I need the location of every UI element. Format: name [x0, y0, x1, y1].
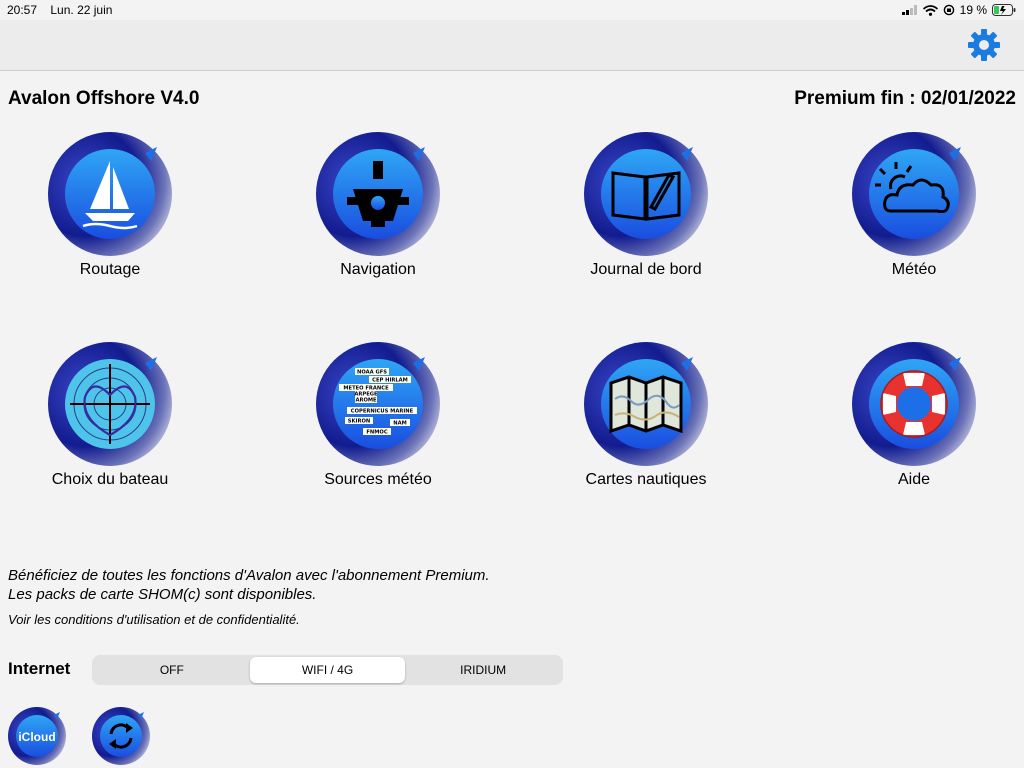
tile-icon-frame — [315, 131, 441, 257]
tile-label: Sources météo — [324, 471, 432, 488]
svg-text:SKIRON: SKIRON — [348, 418, 370, 424]
status-right: 19 % — [901, 3, 1016, 17]
svg-text:NOAA GFS: NOAA GFS — [357, 369, 387, 375]
tile-icon-frame — [851, 341, 977, 467]
app-title: Avalon Offshore V4.0 — [8, 88, 200, 109]
tile-icon-frame: NOAA GFS CEP HIRLAM METEO FRANCE ARPEGE … — [315, 341, 441, 467]
sailboat-icon — [82, 161, 138, 230]
tile-icon-frame — [851, 131, 977, 257]
status-left: 20:57 Lun. 22 juin — [7, 3, 122, 17]
tile-cartes-nautiques[interactable]: Cartes nautiques — [546, 341, 746, 489]
status-date: Lun. 22 juin — [50, 3, 113, 17]
tile-journal-de-bord[interactable]: Journal de bord — [546, 131, 746, 279]
tile-label: Météo — [891, 261, 937, 278]
segment-wifi-4g[interactable]: WIFI / 4G — [249, 657, 406, 683]
tile-icon-frame — [47, 341, 173, 467]
icloud-button[interactable]: iCloud — [7, 706, 67, 766]
navigation-bar — [0, 20, 1024, 71]
lifebuoy-icon — [880, 370, 948, 438]
gear-icon[interactable] — [966, 27, 1002, 63]
internet-label: Internet — [8, 659, 71, 678]
wifi-icon — [922, 4, 938, 16]
orientation-lock-icon — [943, 4, 954, 16]
tile-label: Aide — [897, 471, 931, 488]
tile-label: Cartes nautiques — [585, 471, 707, 488]
icloud-label: iCloud — [18, 730, 55, 744]
tile-icon-frame — [47, 131, 173, 257]
premium-expiry: Premium fin : 02/01/2022 — [794, 88, 1016, 109]
tile-icon-frame — [583, 131, 709, 257]
tile-choix-du-bateau[interactable]: Choix du bateau — [10, 341, 210, 489]
terms-link[interactable]: Voir les conditions d'utilisation et de … — [8, 612, 300, 627]
tile-label: Journal de bord — [590, 261, 702, 278]
premium-promo-text: Bénéficiez de toutes les fonctions d'Ava… — [8, 566, 490, 604]
sync-button[interactable] — [91, 706, 151, 766]
weather-icon — [875, 162, 950, 214]
svg-text:METEO FRANCE: METEO FRANCE — [343, 385, 389, 391]
svg-text:AROME: AROME — [355, 398, 377, 404]
svg-text:CEP HIRLAM: CEP HIRLAM — [372, 377, 408, 383]
tile-label: Choix du bateau — [51, 471, 169, 488]
tile-navigation[interactable]: Navigation — [278, 131, 478, 279]
tile-sources-meteo[interactable]: NOAA GFS CEP HIRLAM METEO FRANCE ARPEGE … — [278, 341, 478, 489]
nautical-map-icon — [609, 375, 683, 434]
battery-percent: 19 % — [959, 3, 987, 17]
internet-segmented-control: OFF WIFI / 4G IRIDIUM — [92, 655, 563, 685]
promo-line-1: Bénéficiez de toutes les fonctions d'Ava… — [8, 567, 490, 584]
tile-aide[interactable]: Aide — [814, 341, 1014, 489]
segment-off[interactable]: OFF — [94, 657, 250, 683]
signal-icon — [901, 5, 917, 15]
tile-icon-frame — [583, 341, 709, 467]
polar-diagram-icon — [70, 364, 150, 444]
tile-label: Navigation — [340, 261, 416, 278]
battery-icon — [992, 4, 1016, 16]
promo-line-2: Les packs de carte SHOM(c) sont disponib… — [8, 586, 317, 603]
svg-text:NAM: NAM — [393, 420, 407, 426]
status-bar: 20:57 Lun. 22 juin 19 % — [0, 0, 1024, 20]
segment-iridium[interactable]: IRIDIUM — [405, 657, 561, 683]
sextant-icon — [347, 161, 409, 227]
weather-sources-icon: NOAA GFS CEP HIRLAM METEO FRANCE ARPEGE … — [339, 368, 417, 435]
svg-text:FNMOC: FNMOC — [366, 429, 387, 435]
logbook-icon — [611, 171, 681, 221]
tile-routage[interactable]: Routage — [10, 131, 210, 279]
tile-meteo[interactable]: Météo — [814, 131, 1014, 279]
svg-text:COPERNICUS MARINE: COPERNICUS MARINE — [351, 408, 414, 414]
tile-label: Routage — [79, 261, 141, 278]
status-time: 20:57 — [7, 3, 38, 17]
